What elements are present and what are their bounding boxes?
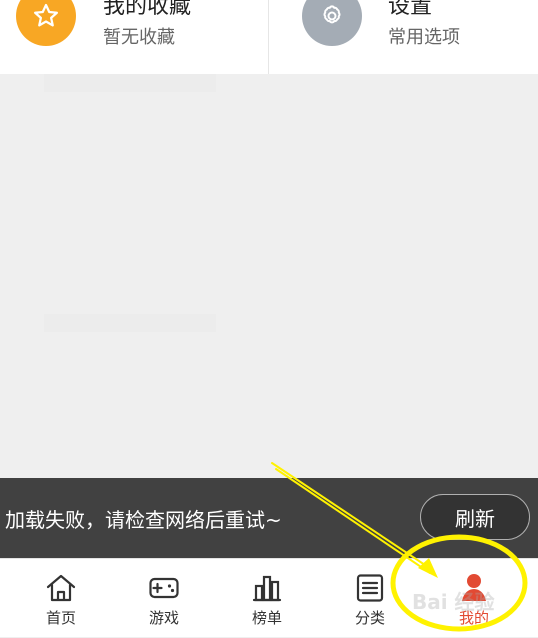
tab-label: 分类 bbox=[354, 609, 385, 627]
content-area bbox=[0, 74, 538, 478]
error-message: 加载失败，请检查网络后重试~ bbox=[5, 508, 282, 532]
tab-home[interactable]: 首页 bbox=[11, 559, 111, 638]
tab-label: 游戏 bbox=[148, 609, 179, 627]
tab-label: 榜单 bbox=[251, 609, 282, 627]
refresh-button[interactable]: 刷新 bbox=[420, 494, 530, 540]
settings-icon-circle bbox=[302, 0, 362, 46]
star-icon bbox=[34, 3, 58, 27]
chart-icon bbox=[252, 575, 282, 602]
settings-subtitle: 常用选项 bbox=[388, 27, 460, 48]
gear-icon bbox=[323, 5, 341, 24]
favorites-subtitle: 暂无收藏 bbox=[103, 27, 175, 48]
list-icon bbox=[356, 574, 384, 602]
gamepad-icon bbox=[149, 577, 179, 599]
tab-label: 首页 bbox=[45, 609, 76, 627]
home-icon bbox=[46, 574, 76, 602]
loading-placeholder bbox=[44, 74, 216, 92]
load-error-bar: 加载失败，请检查网络后重试~ 刷新 bbox=[0, 478, 538, 558]
top-cards: 我的收藏 暂无收藏 设置 常用选项 bbox=[0, 0, 538, 74]
watermark-logo: Bai 经验 bbox=[412, 590, 495, 614]
favorites-title: 我的收藏 bbox=[103, 0, 192, 19]
settings-card[interactable]: 设置 常用选项 bbox=[268, 0, 538, 74]
tab-ranking[interactable]: 榜单 bbox=[217, 559, 317, 638]
tab-games[interactable]: 游戏 bbox=[114, 559, 214, 638]
tab-categories[interactable]: 分类 bbox=[320, 559, 420, 638]
favorites-card[interactable]: 我的收藏 暂无收藏 bbox=[0, 0, 268, 74]
settings-title: 设置 bbox=[388, 0, 433, 19]
favorites-icon-circle bbox=[16, 0, 76, 46]
loading-placeholder bbox=[44, 314, 216, 332]
